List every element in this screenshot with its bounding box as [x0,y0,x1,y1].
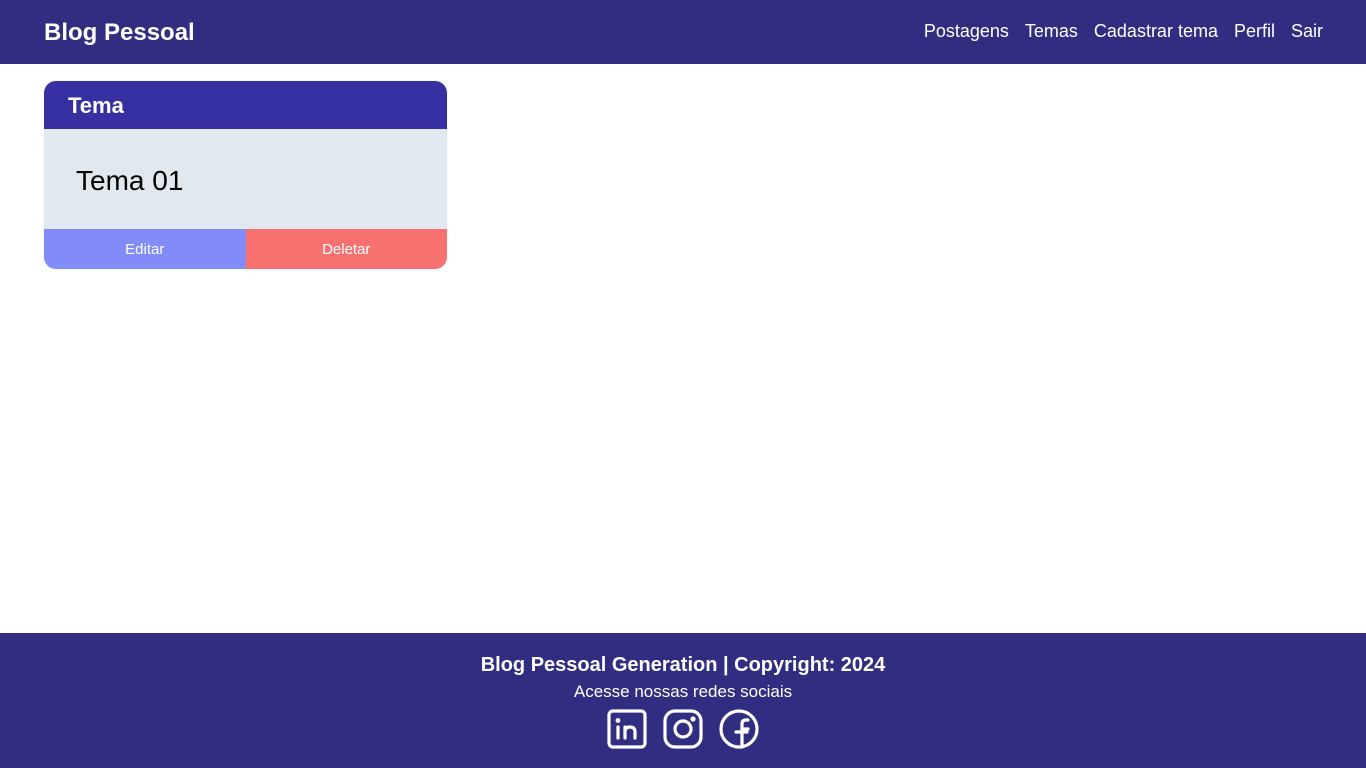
navbar: Blog Pessoal Postagens Temas Cadastrar t… [0,0,1366,64]
nav-link-perfil[interactable]: Perfil [1234,19,1275,43]
footer-title: Blog Pessoal Generation | Copyright: 202… [480,654,886,676]
card-header: Tema [44,81,447,129]
social-links [0,708,1366,750]
facebook-icon[interactable] [718,708,760,750]
nav-link-sair[interactable]: Sair [1291,19,1323,43]
footer-subtitle: Acesse nossas redes sociais [573,682,793,701]
card-actions: Editar Deletar [44,229,447,269]
nav-links: Postagens Temas Cadastrar tema Perfil Sa… [924,19,1323,43]
tema-description: Tema 01 [44,129,447,229]
footer: Blog Pessoal Generation | Copyright: 202… [0,633,1366,768]
tema-card: Tema Tema 01 Editar Deletar [44,81,447,269]
instagram-icon[interactable] [662,708,704,750]
linkedin-icon[interactable] [606,708,648,750]
nav-link-temas[interactable]: Temas [1025,19,1078,43]
nav-link-cadastrar-tema[interactable]: Cadastrar tema [1094,19,1218,43]
nav-link-postagens[interactable]: Postagens [924,19,1009,43]
delete-button[interactable]: Deletar [245,229,447,269]
edit-button[interactable]: Editar [44,229,246,269]
brand-logo[interactable]: Blog Pessoal [44,18,195,48]
